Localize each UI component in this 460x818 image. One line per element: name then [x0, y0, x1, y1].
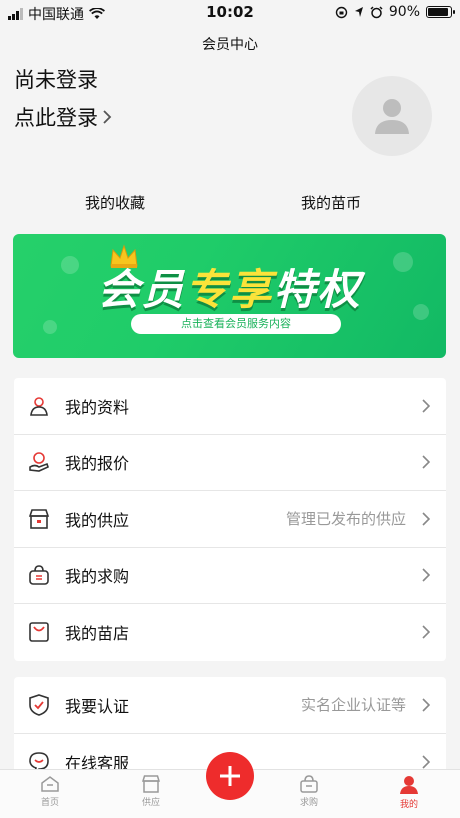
store-icon — [141, 775, 161, 793]
alarm-icon — [370, 5, 383, 18]
shop-bag-icon — [29, 622, 49, 643]
menu-item-verify[interactable]: 我要认证 实名企业认证等 — [14, 677, 446, 734]
menu-label: 我要认证 — [65, 696, 130, 716]
menu-card-account: 我的资料 我的报价 我的供应 管理已发布的供应 我的求购 我的苗店 — [14, 378, 446, 661]
menu-item-quotes[interactable]: 我的报价 — [14, 435, 446, 491]
quote-icon — [29, 452, 49, 473]
chevron-right-icon — [422, 755, 430, 769]
basket-icon — [300, 775, 318, 793]
tab-home[interactable]: 首页 — [20, 775, 80, 808]
tab-label: 求购 — [299, 798, 318, 808]
plus-icon — [220, 766, 240, 786]
banner-title-highlight: 专享 — [185, 265, 274, 314]
banner-title-part1: 会员 — [97, 265, 186, 314]
banner-subtitle: 点击查看会员服务内容 — [131, 314, 341, 334]
battery-percent: 90% — [388, 4, 420, 20]
menu-hint: 管理已发布的供应 — [285, 510, 406, 529]
menu-label: 我的资料 — [65, 397, 130, 417]
chevron-right-icon — [103, 110, 112, 124]
user-silhouette-icon — [375, 99, 409, 134]
tab-supply[interactable]: 供应 — [121, 775, 181, 808]
chevron-right-icon — [422, 455, 430, 469]
menu-label: 我的报价 — [65, 454, 130, 474]
avatar[interactable] — [352, 76, 432, 156]
shield-icon — [29, 693, 49, 716]
tab-label: 我的 — [399, 800, 418, 810]
menu-label: 我的苗店 — [65, 624, 130, 644]
tab-bar: 首页 供应 求购 我的 — [0, 752, 460, 818]
menu-item-profile[interactable]: 我的资料 — [14, 378, 446, 435]
publish-button[interactable] — [206, 752, 254, 800]
lock-rotation-icon — [335, 6, 348, 18]
coins-link[interactable]: 我的苗币 — [256, 192, 406, 213]
chevron-right-icon — [422, 568, 430, 582]
user-icon — [400, 776, 418, 794]
membership-banner[interactable]: 会员专享特权 点击查看会员服务内容 — [13, 234, 446, 358]
login-label: 点此登录 — [14, 106, 98, 130]
menu-label: 我的求购 — [65, 567, 130, 587]
home-icon — [41, 776, 59, 792]
menu-item-shop[interactable]: 我的苗店 — [14, 604, 446, 661]
battery-icon — [426, 6, 455, 18]
menu-item-supply[interactable]: 我的供应 管理已发布的供应 — [14, 491, 446, 548]
menu-hint: 实名企业认证等 — [300, 696, 406, 715]
chevron-right-icon — [422, 625, 430, 639]
banner-title-part2: 特权 — [273, 265, 362, 314]
favorites-link[interactable]: 我的收藏 — [40, 192, 190, 213]
chevron-right-icon — [422, 512, 430, 526]
user-name: 尚未登录 — [14, 68, 98, 92]
tab-purchase[interactable]: 求购 — [279, 775, 339, 808]
menu-label: 我的供应 — [65, 510, 130, 530]
page-title: 会员中心 — [202, 37, 258, 53]
tab-label: 首页 — [40, 798, 59, 808]
store-icon — [28, 508, 50, 529]
menu-item-purchase[interactable]: 我的求购 — [14, 548, 446, 604]
profile-header: 尚未登录 点此登录 — [14, 60, 446, 170]
tab-label: 供应 — [141, 798, 160, 808]
quick-links: 我的收藏 我的苗币 — [0, 192, 460, 222]
tab-mine[interactable]: 我的 — [379, 775, 439, 810]
basket-icon — [29, 565, 49, 586]
profile-icon — [30, 396, 48, 416]
status-bar: 中国联通 10:02 90% — [0, 0, 460, 26]
location-icon — [354, 7, 363, 17]
banner-title: 会员专享特权 — [13, 256, 446, 317]
chevron-right-icon — [422, 399, 430, 413]
login-link[interactable]: 点此登录 — [14, 102, 112, 132]
chevron-right-icon — [422, 698, 430, 712]
